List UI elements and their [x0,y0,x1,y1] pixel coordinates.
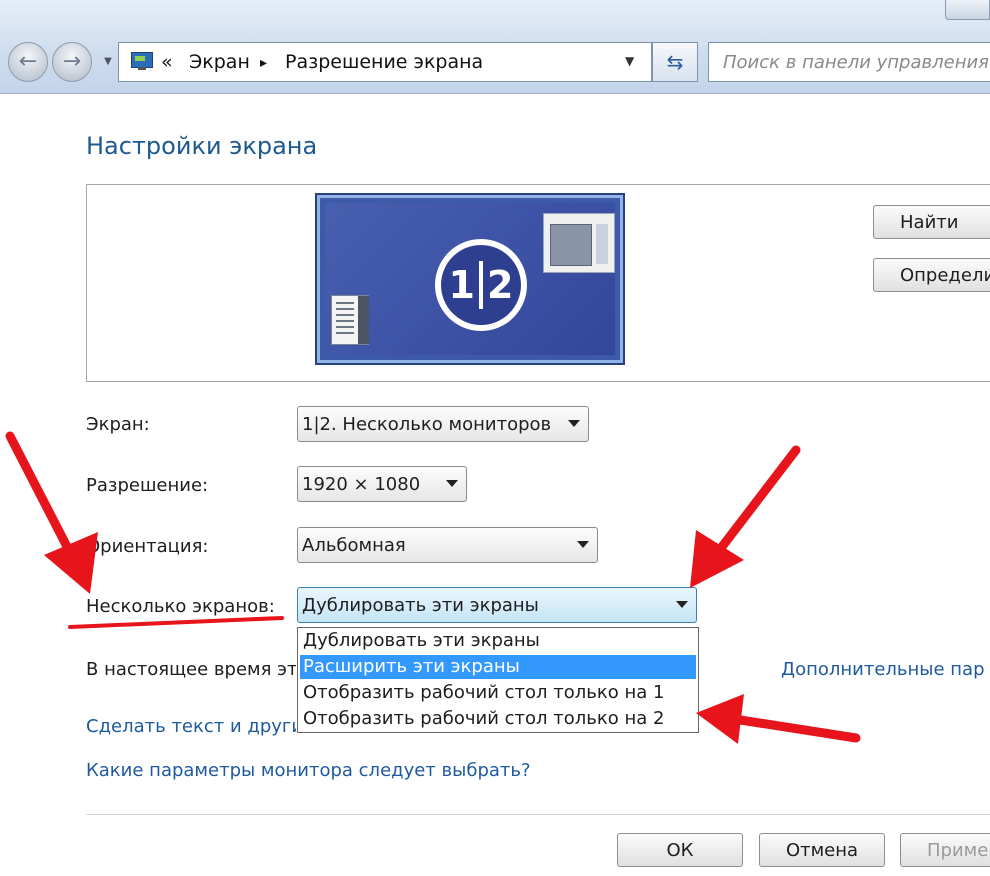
dropdown-option-only-2[interactable]: Отобразить рабочий стол только на 2 [300,707,696,731]
address-dropdown-icon[interactable]: ▼ [625,54,634,68]
forward-arrow-icon: → [62,49,82,74]
breadcrumb-item-resolution[interactable]: Разрешение экрана [285,51,483,73]
monitor-number-2: 2 [487,263,514,307]
orientation-label: Ориентация: [86,536,209,557]
dropdown-option-extend[interactable]: Расширить эти экраны [300,655,696,679]
apply-button[interactable]: Приме [900,833,990,867]
back-button[interactable]: ← [8,42,48,82]
arrow-to-select [690,445,801,588]
chevron-down-icon [446,480,458,487]
status-text: В настоящее время эт [86,659,296,680]
identify-button[interactable]: Определи [873,258,990,292]
ok-button[interactable]: ОК [617,833,743,867]
window-close-button[interactable] [945,0,990,20]
search-input[interactable]: Поиск в панели управления [708,42,990,82]
multiple-displays-select-value: Дублировать эти экраны [302,594,539,616]
cancel-button[interactable]: Отмена [759,833,885,867]
resolution-select[interactable]: 1920 × 1080 [297,466,467,502]
address-bar[interactable]: « Экран ▸ Разрешение экрана ▼ [118,42,652,82]
footer-divider [86,814,990,815]
screen-select[interactable]: 1|2. Несколько мониторов [297,406,589,442]
resolution-select-value: 1920 × 1080 [302,473,421,495]
monitor-thumbnail[interactable]: 1 2 [315,193,625,365]
monitor-screen: 1 2 [325,203,615,355]
chevron-down-icon [676,601,688,608]
orientation-select[interactable]: Альбомная [297,527,598,563]
screen-select-value: 1|2. Несколько мониторов [302,413,552,435]
refresh-icon: ⇆ [666,50,684,74]
control-panel-display-icon [131,52,153,70]
breadcrumb-overflow[interactable]: « [161,51,173,73]
multiple-displays-select[interactable]: Дублировать эти экраны [297,587,697,623]
document-preview-icon [331,295,369,345]
arrow-to-label [5,431,98,594]
dropdown-option-only-1[interactable]: Отобразить рабочий стол только на 1 [300,681,696,705]
refresh-button[interactable]: ⇆ [652,42,698,82]
window-preview-icon [543,213,615,273]
chevron-down-icon [577,541,589,548]
detect-button[interactable]: Найти [873,205,990,239]
dropdown-option-duplicate[interactable]: Дублировать эти экраны [300,629,696,653]
back-arrow-icon: ← [18,49,38,74]
monitor-number-badge: 1 2 [435,239,527,331]
monitor-number-1: 1 [448,263,475,307]
search-placeholder: Поиск в панели управления [723,52,989,73]
screen-label: Экран: [86,414,150,435]
page-title: Настройки экрана [86,132,318,160]
chevron-down-icon [568,420,580,427]
history-dropdown-icon[interactable]: ▼ [100,56,116,72]
monitor-help-link[interactable]: Какие параметры монитора следует выбрать… [86,760,531,781]
breadcrumb-separator-icon[interactable]: ▸ [260,55,267,71]
orientation-select-value: Альбомная [302,534,406,556]
resolution-label: Разрешение: [86,475,209,496]
multiple-displays-label: Несколько экранов: [86,596,275,617]
arrow-to-option [696,694,861,744]
label-underline [68,616,284,629]
advanced-settings-link[interactable]: Дополнительные пар [781,659,985,680]
text-size-link[interactable]: Сделать текст и другие [86,716,296,737]
forward-button[interactable]: → [52,42,92,82]
breadcrumb-item-display[interactable]: Экран [189,51,250,73]
multiple-displays-dropdown-list: Дублировать эти экраны Расширить эти экр… [297,627,699,733]
